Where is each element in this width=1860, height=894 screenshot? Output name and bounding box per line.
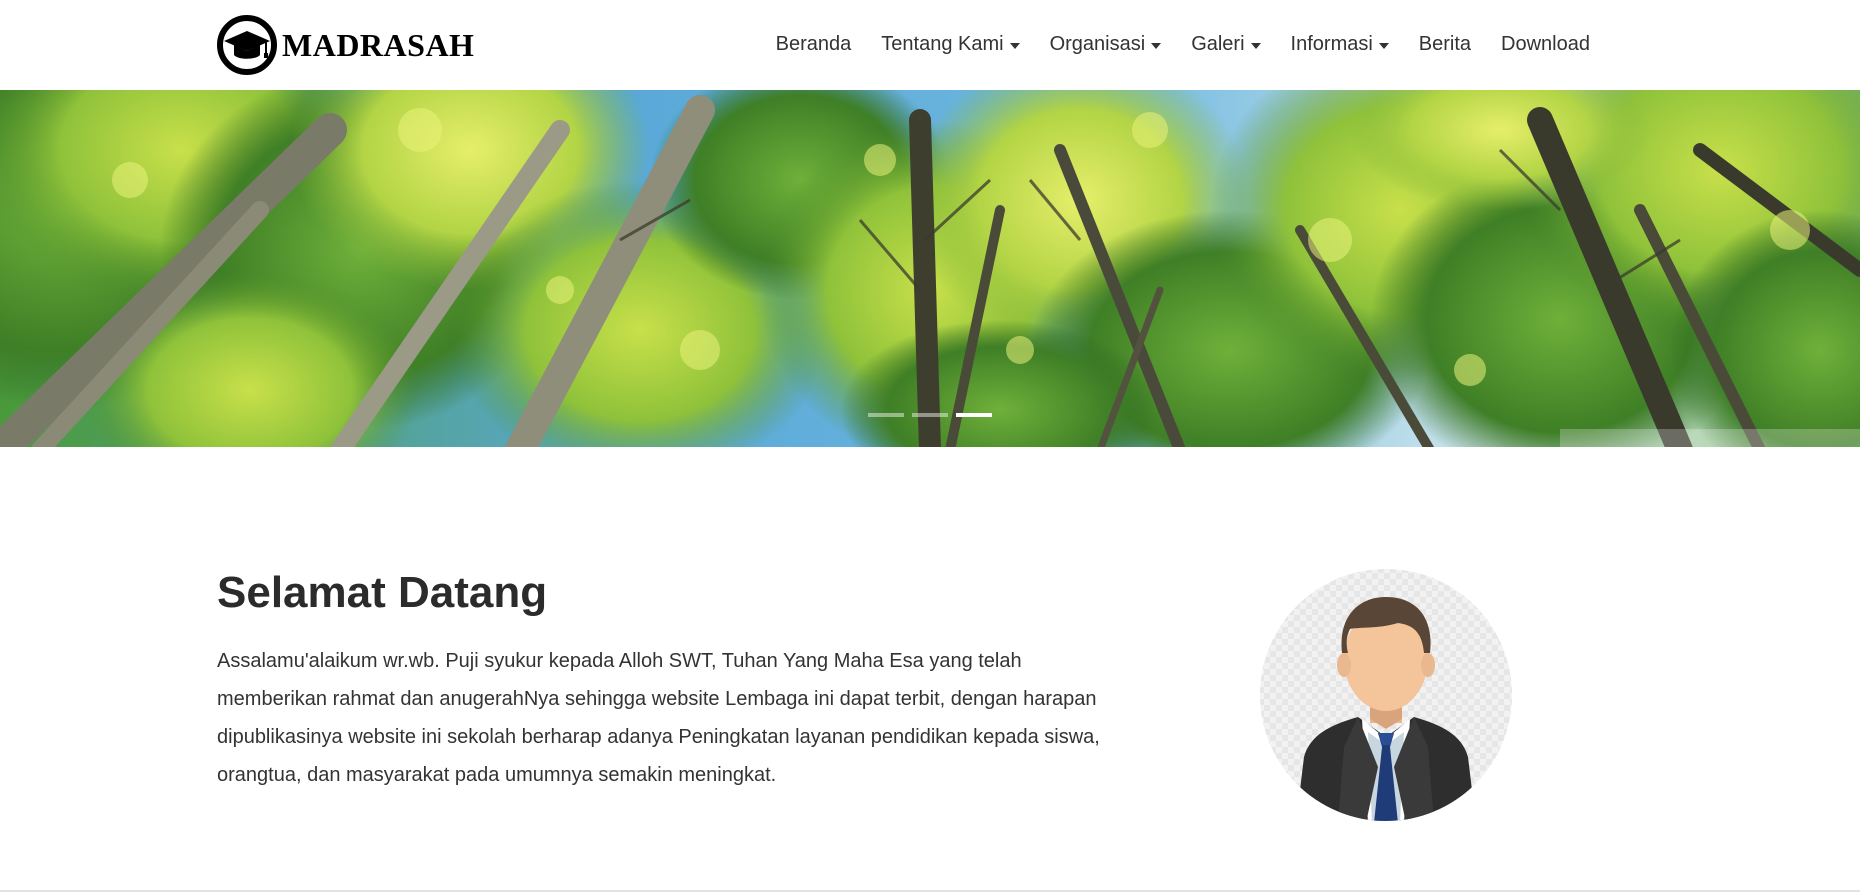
caret-down-icon (1250, 42, 1261, 49)
nav-item-galeri[interactable]: Galeri (1176, 28, 1275, 60)
navbar: MADRASAH Beranda Tentang Kami Organisasi… (0, 0, 1860, 90)
nav-item-label: Informasi (1290, 33, 1373, 55)
graduation-cap-icon (217, 15, 277, 75)
nav-item-download[interactable]: Download (1486, 28, 1590, 60)
nav-item-label: Tentang Kami (881, 33, 1004, 55)
welcome-title: Selamat Datang (217, 568, 548, 617)
nav-item-label: Organisasi (1049, 33, 1146, 55)
nav-item-label: Download (1501, 33, 1590, 55)
nav-item-berita[interactable]: Berita (1404, 28, 1486, 60)
brand-link[interactable]: MADRASAH (216, 14, 474, 76)
nav-item-tentang-kami[interactable]: Tentang Kami (866, 28, 1034, 60)
nav-item-organisasi[interactable]: Organisasi (1035, 28, 1177, 60)
main-nav: Beranda Tentang Kami Organisasi Galeri I… (761, 28, 1590, 60)
carousel-indicator-2[interactable] (912, 413, 948, 417)
nav-item-beranda[interactable]: Beranda (761, 28, 867, 60)
welcome-paragraph: Assalamu'alaikum wr.wb. Puji syukur kepa… (217, 650, 1100, 786)
nav-item-label: Berita (1418, 33, 1472, 55)
carousel-indicator-3[interactable] (956, 413, 992, 417)
image-watermark (1560, 429, 1860, 447)
caret-down-icon (1009, 42, 1020, 49)
caret-down-icon (1378, 42, 1389, 49)
nav-item-label: Galeri (1191, 33, 1245, 55)
carousel-indicator-1[interactable] (868, 413, 904, 417)
caret-down-icon (1151, 42, 1162, 49)
nav-item-informasi[interactable]: Informasi (1276, 28, 1404, 60)
businessman-avatar-icon (1258, 567, 1514, 823)
carousel-indicators (0, 413, 1860, 417)
nav-item-label: Beranda (775, 33, 852, 55)
section-divider (0, 890, 1860, 892)
brand-name: MADRASAH (282, 27, 475, 63)
hero-carousel[interactable] (0, 90, 1860, 447)
forest-banner-image (0, 90, 1860, 447)
